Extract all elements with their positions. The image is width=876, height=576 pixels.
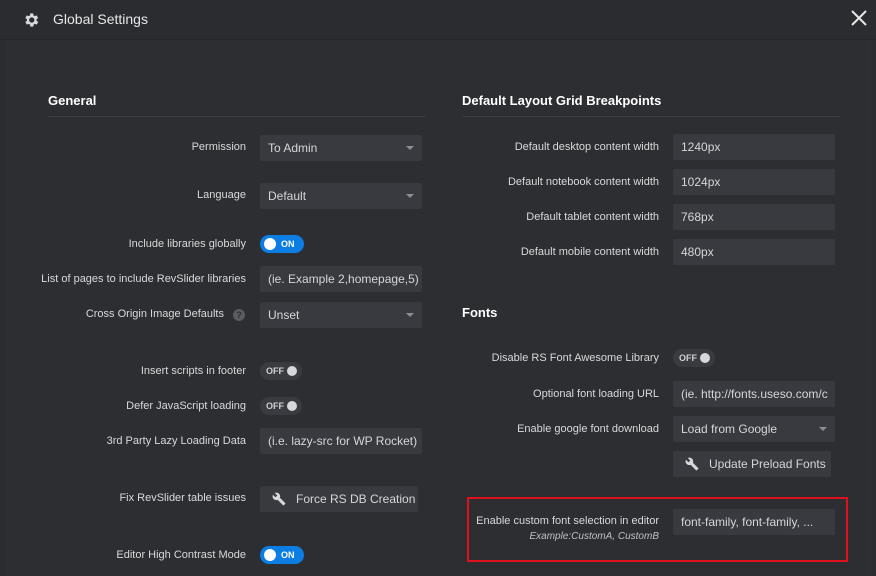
toggle-knob [264, 238, 276, 250]
fix-tables-label: Fix RevSlider table issues [119, 492, 246, 504]
update-preload-fonts-button[interactable]: Update Preload Fonts [673, 451, 831, 477]
pages-list-label: List of pages to include RevSlider libra… [41, 273, 246, 285]
gear-icon [25, 13, 39, 27]
include-libraries-label: Include libraries globally [128, 238, 246, 250]
tablet-width-label: Default tablet content width [526, 211, 659, 223]
permission-value: To Admin [268, 141, 318, 155]
google-download-value: Load from Google [681, 422, 778, 436]
language-label: Language [197, 189, 246, 201]
desktop-width-label: Default desktop content width [514, 141, 659, 153]
language-value: Default [268, 189, 307, 203]
font-url-label: Optional font loading URL [533, 388, 659, 400]
insert-footer-label: Insert scripts in footer [140, 365, 246, 377]
permission-select[interactable]: To Admin [260, 135, 422, 161]
divider [462, 116, 840, 117]
google-download-select[interactable]: Load from Google [673, 416, 835, 442]
toggle-state: OFF [266, 401, 284, 411]
toggle-knob [700, 353, 710, 363]
google-download-label: Enable google font download [517, 423, 659, 435]
tablet-width-input[interactable]: 768px [673, 204, 835, 230]
wrench-icon [685, 457, 699, 471]
toggle-state: ON [281, 550, 295, 560]
disable-fa-toggle[interactable]: OFF [673, 349, 715, 367]
help-icon[interactable]: ? [233, 309, 245, 321]
permission-label: Permission [191, 141, 246, 153]
mobile-width-label: Default mobile content width [520, 246, 659, 258]
notebook-width-input[interactable]: 1024px [673, 169, 835, 195]
custom-font-example: Example:CustomA, CustomB [529, 531, 660, 542]
toggle-state: OFF [266, 366, 284, 376]
close-icon[interactable] [850, 9, 868, 27]
section-title-general: General [48, 93, 97, 108]
desktop-width-input[interactable]: 1240px [673, 134, 835, 160]
font-url-input[interactable]: (ie. http://fonts.useso.com/c [673, 381, 835, 407]
include-libraries-toggle[interactable]: ON [260, 235, 304, 253]
lazy-loading-label: 3rd Party Lazy Loading Data [106, 435, 246, 447]
high-contrast-label: Editor High Contrast Mode [116, 549, 246, 561]
toggle-knob [287, 401, 297, 411]
lazy-loading-input[interactable]: (i.e. lazy-src for WP Rocket) [260, 428, 422, 454]
force-db-creation-button[interactable]: Force RS DB Creation [260, 486, 418, 512]
custom-font-input[interactable]: font-family, font-family, ... [673, 509, 835, 535]
custom-font-label: Enable custom font selection in editor [476, 515, 659, 527]
defer-js-toggle[interactable]: OFF [260, 397, 302, 415]
chevron-down-icon [406, 313, 414, 317]
toggle-state: ON [281, 239, 295, 249]
button-label: Update Preload Fonts [709, 457, 826, 471]
toggle-state: OFF [679, 353, 697, 363]
button-label: Force RS DB Creation [296, 492, 416, 506]
toggle-knob [264, 549, 276, 561]
disable-fa-label: Disable RS Font Awesome Library [491, 352, 659, 364]
chevron-down-icon [819, 427, 827, 431]
high-contrast-toggle[interactable]: ON [260, 546, 304, 564]
defer-js-label: Defer JavaScript loading [126, 400, 246, 412]
cross-origin-label: Cross Origin Image Defaults [85, 308, 224, 320]
wrench-icon [272, 492, 286, 506]
window-titlebar: Global Settings [0, 0, 876, 40]
notebook-width-label: Default notebook content width [507, 176, 659, 188]
window-title: Global Settings [53, 11, 148, 27]
divider [48, 116, 426, 117]
section-title-breakpoints: Default Layout Grid Breakpoints [462, 93, 662, 108]
chevron-down-icon [406, 194, 414, 198]
chevron-down-icon [406, 146, 414, 150]
cross-origin-select[interactable]: Unset [260, 302, 422, 328]
language-select[interactable]: Default [260, 183, 422, 209]
section-title-fonts: Fonts [462, 305, 498, 320]
insert-footer-toggle[interactable]: OFF [260, 362, 302, 380]
mobile-width-input[interactable]: 480px [673, 239, 835, 265]
toggle-knob [287, 366, 297, 376]
pages-list-input[interactable]: (ie. Example 2,homepage,5) [260, 266, 422, 292]
cross-origin-value: Unset [268, 308, 300, 322]
